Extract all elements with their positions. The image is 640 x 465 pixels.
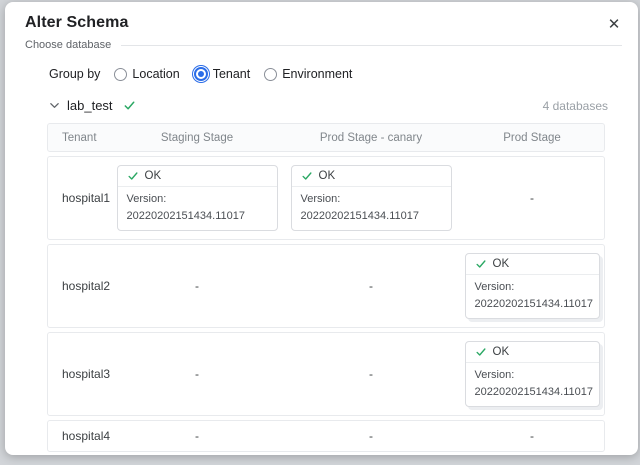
table-row: hospital1 OK Version: 20220202151434.110… — [47, 156, 605, 240]
tenant-name: hospital1 — [48, 183, 110, 213]
cell-prod: OK Version: 20220202151434.11017 — [458, 245, 606, 327]
version-label: Version: — [301, 191, 442, 208]
dialog-subtitle: Choose database — [25, 39, 111, 51]
col-header-staging: Staging Stage — [110, 132, 284, 144]
card-status-row: OK — [292, 166, 451, 187]
version-label: Version: — [127, 191, 268, 208]
version-value: 20220202151434.11017 — [475, 296, 590, 313]
col-header-prod: Prod Stage — [458, 132, 606, 144]
database-count: 4 databases — [543, 99, 608, 113]
status-badge: OK — [319, 170, 336, 182]
status-card[interactable]: OK Version: 20220202151434.11017 — [465, 253, 600, 319]
version-label: Version: — [475, 367, 590, 384]
chevron-down-icon[interactable] — [47, 99, 61, 113]
cell-prod-canary: - — [284, 271, 458, 301]
empty-value: - — [530, 429, 534, 443]
status-card[interactable]: OK Version: 20220202151434.11017 — [117, 165, 278, 231]
database-group-header: lab_test 4 databases — [47, 98, 608, 113]
cell-prod-canary: OK Version: 20220202151434.11017 — [284, 157, 458, 239]
empty-value: - — [195, 279, 199, 293]
col-header-prod-canary: Prod Stage - canary — [284, 132, 458, 144]
card-status-row: OK — [466, 254, 599, 275]
table-header: Tenant Staging Stage Prod Stage - canary… — [47, 123, 605, 152]
card-body: Version: 20220202151434.11017 — [292, 187, 451, 230]
card-body: Version: 20220202151434.11017 — [466, 275, 599, 318]
cell-staging: - — [110, 271, 284, 301]
status-card[interactable]: OK Version: 20220202151434.11017 — [291, 165, 452, 231]
divider — [121, 45, 622, 46]
status-badge: OK — [493, 258, 510, 270]
radio-location-label: Location — [132, 67, 179, 81]
radio-tenant-label: Tenant — [213, 67, 251, 81]
database-group-name[interactable]: lab_test — [67, 98, 113, 113]
cell-staging: - — [110, 359, 284, 389]
cell-prod: - — [458, 421, 606, 451]
radio-unchecked-icon[interactable] — [114, 68, 127, 81]
version-value: 20220202151434.11017 — [127, 208, 268, 225]
tenant-name: hospital4 — [48, 421, 110, 451]
cell-prod: OK Version: 20220202151434.11017 — [458, 333, 606, 415]
check-icon — [475, 258, 487, 270]
status-badge: OK — [145, 170, 162, 182]
group-by-row: Group by Location Tenant Environment — [49, 67, 608, 81]
tenant-name: hospital3 — [48, 359, 110, 389]
status-table: Tenant Staging Stage Prod Stage - canary… — [47, 123, 605, 452]
radio-environment-label: Environment — [282, 67, 352, 81]
version-value: 20220202151434.11017 — [301, 208, 442, 225]
card-status-row: OK — [466, 342, 599, 363]
check-icon — [127, 170, 139, 182]
close-icon[interactable]: ✕ — [602, 12, 626, 36]
card-status-row: OK — [118, 166, 277, 187]
cell-prod-canary: - — [284, 421, 458, 451]
page-title: Alter Schema — [25, 14, 622, 32]
status-card[interactable]: OK Version: 20220202151434.11017 — [465, 341, 600, 407]
empty-value: - — [369, 429, 373, 443]
radio-location[interactable]: Location — [114, 67, 179, 81]
cell-prod-canary: - — [284, 359, 458, 389]
cell-prod: - — [458, 183, 606, 213]
group-by-label: Group by — [49, 67, 100, 81]
empty-value: - — [369, 367, 373, 381]
version-label: Version: — [475, 279, 590, 296]
cell-staging: OK Version: 20220202151434.11017 — [110, 157, 284, 239]
version-value: 20220202151434.11017 — [475, 384, 590, 401]
table-row: hospital3 - - OK Version: 20220202151434… — [47, 332, 605, 416]
check-icon — [475, 346, 487, 358]
empty-value: - — [195, 429, 199, 443]
card-body: Version: 20220202151434.11017 — [118, 187, 277, 230]
check-icon — [301, 170, 313, 182]
subtitle-row: Choose database — [25, 39, 622, 51]
col-header-tenant: Tenant — [48, 132, 110, 144]
cell-staging: - — [110, 421, 284, 451]
radio-environment[interactable]: Environment — [264, 67, 352, 81]
radio-tenant[interactable]: Tenant — [194, 67, 251, 81]
table-row: hospital4 - - - — [47, 420, 605, 452]
status-badge: OK — [493, 346, 510, 358]
dialog-header: Alter Schema Choose database ✕ — [5, 2, 638, 51]
empty-value: - — [530, 191, 534, 205]
table-row: hospital2 - - OK Version: 20220202151434… — [47, 244, 605, 328]
empty-value: - — [369, 279, 373, 293]
empty-value: - — [195, 367, 199, 381]
radio-checked-icon[interactable] — [194, 67, 208, 81]
alter-schema-dialog: Alter Schema Choose database ✕ Group by … — [5, 2, 638, 455]
card-body: Version: 20220202151434.11017 — [466, 363, 599, 406]
radio-unchecked-icon[interactable] — [264, 68, 277, 81]
tenant-name: hospital2 — [48, 271, 110, 301]
check-icon — [123, 99, 136, 112]
